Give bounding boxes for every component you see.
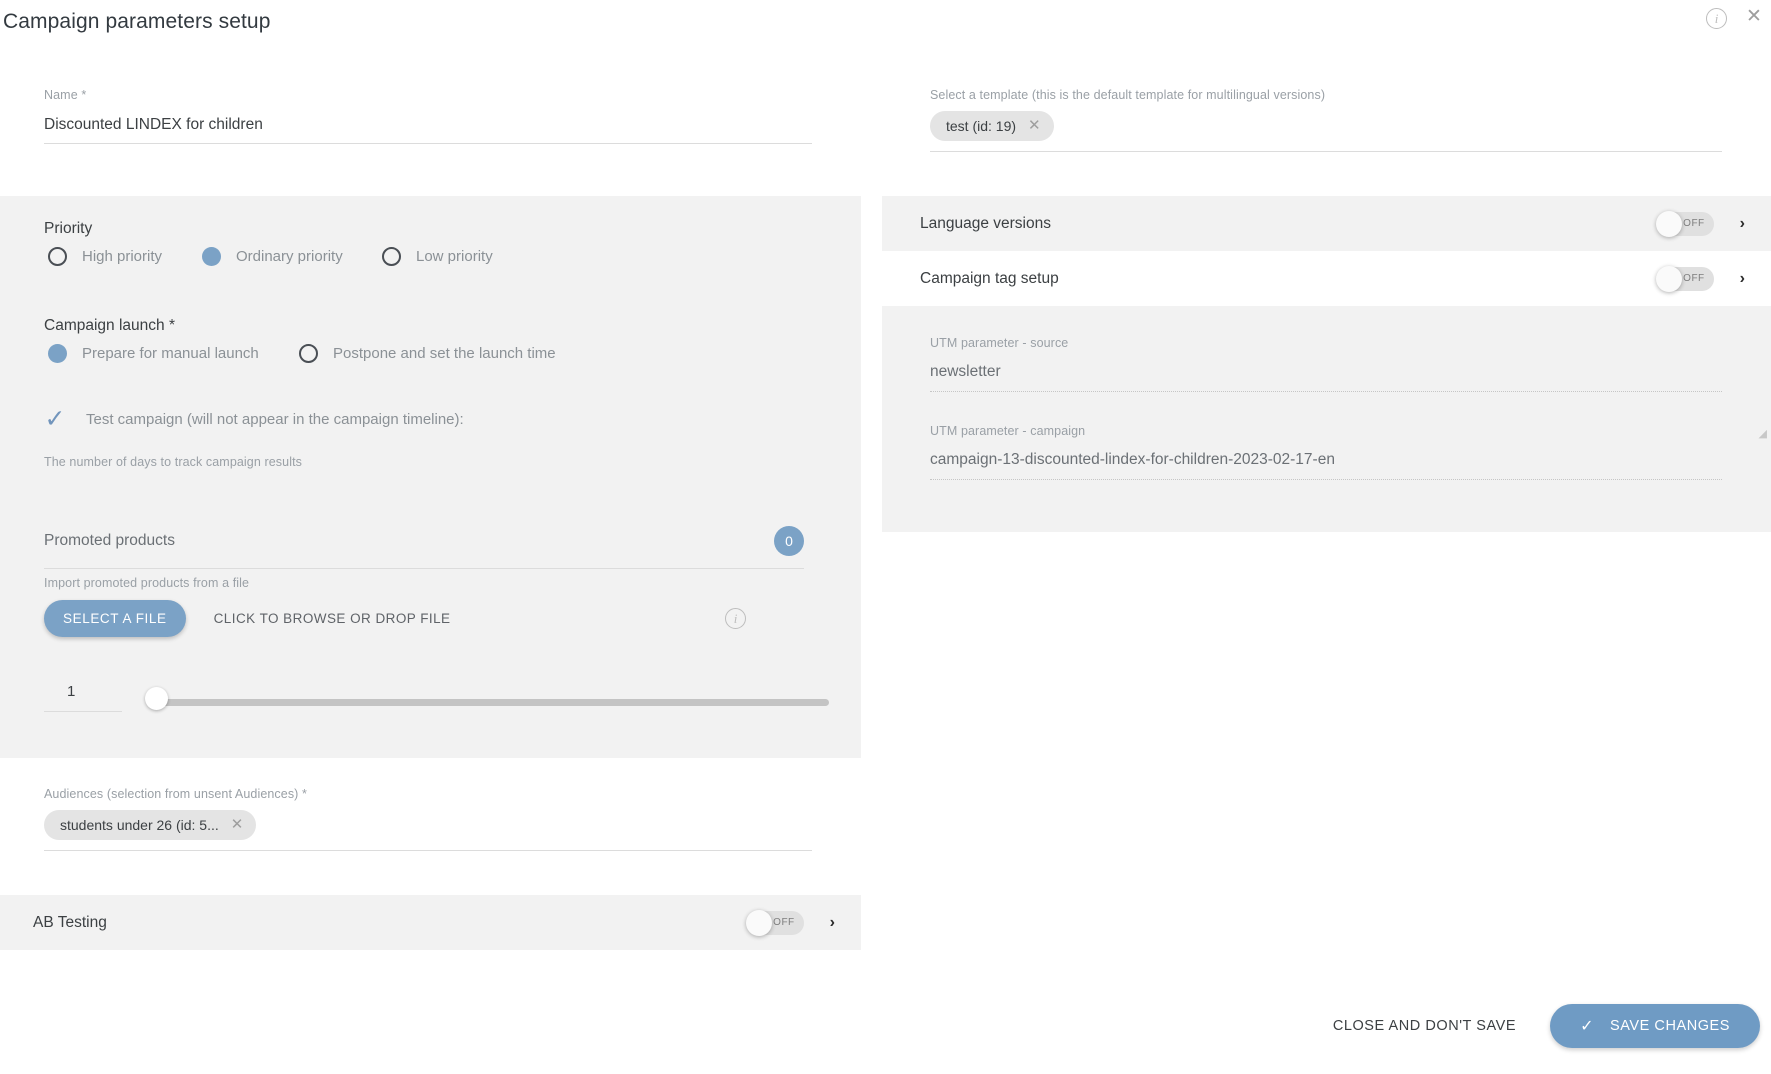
radio-circle-icon — [299, 344, 318, 363]
chevron-right-icon[interactable]: › — [1740, 270, 1745, 288]
audiences-label: Audiences (selection from unsent Audienc… — [44, 787, 812, 801]
name-label: Name * — [44, 88, 812, 102]
chip-remove-icon[interactable]: ✕ — [1028, 120, 1041, 132]
template-field-group: Select a template (this is the default t… — [930, 88, 1722, 152]
import-info-circle-icon[interactable]: i — [725, 608, 746, 629]
check-icon: ✓ — [1580, 1016, 1594, 1036]
check-icon: ✓ — [44, 408, 66, 430]
language-versions-title: Language versions — [920, 215, 1051, 233]
dialog-footer: CLOSE AND DON'T SAVE ✓ SAVE CHANGES — [1333, 1004, 1760, 1048]
radio-label: Postpone and set the launch time — [333, 345, 556, 362]
promoted-products-count-badge: 0 — [774, 526, 804, 556]
template-select[interactable]: test (id: 19) ✕ — [930, 102, 1722, 152]
campaign-tag-setup-toggle[interactable]: OFF — [1658, 267, 1714, 291]
info-circle-icon[interactable]: i — [1706, 8, 1727, 29]
utm-campaign-input[interactable]: campaign-13-discounted-lindex-for-childr… — [930, 438, 1722, 480]
template-chip-label: test (id: 19) — [946, 118, 1016, 134]
radio-label: Prepare for manual launch — [82, 345, 259, 362]
radio-selected-icon — [202, 247, 221, 266]
priority-heading: Priority — [44, 220, 92, 238]
audiences-field-group: Audiences (selection from unsent Audienc… — [44, 787, 812, 851]
utm-campaign-label: UTM parameter - campaign — [930, 424, 1722, 438]
campaign-settings-panel: Priority High priority Ordinary priority… — [0, 196, 861, 758]
audience-chip[interactable]: students under 26 (id: 5... ✕ — [44, 810, 256, 840]
radio-high-priority[interactable]: High priority — [48, 247, 202, 266]
radio-circle-icon — [382, 247, 401, 266]
radio-label: High priority — [82, 248, 162, 265]
toggle-state-label: OFF — [1683, 273, 1705, 284]
language-versions-toggle[interactable]: OFF — [1658, 212, 1714, 236]
days-slider-value: 1 — [67, 683, 75, 700]
utm-parameters-panel: UTM parameter - source newsletter UTM pa… — [882, 306, 1771, 532]
radio-label: Low priority — [416, 248, 493, 265]
radio-label: Ordinary priority — [236, 248, 343, 265]
test-campaign-checkbox[interactable]: ✓ Test campaign (will not appear in the … — [44, 408, 464, 430]
ab-testing-toggle[interactable]: OFF — [748, 911, 804, 935]
days-slider-label: The number of days to track campaign res… — [44, 455, 302, 469]
radio-prepare-manual-launch[interactable]: Prepare for manual launch — [48, 344, 299, 363]
chevron-right-icon[interactable]: › — [830, 914, 835, 932]
ab-testing-title: AB Testing — [33, 914, 107, 932]
slider-track[interactable] — [154, 699, 829, 706]
select-a-file-button[interactable]: SELECT A FILE — [44, 600, 186, 637]
close-and-dont-save-button[interactable]: CLOSE AND DON'T SAVE — [1333, 1018, 1516, 1034]
campaign-launch-heading: Campaign launch * — [44, 317, 175, 335]
promoted-products-label: Promoted products — [44, 532, 175, 550]
toggle-state-label: OFF — [1683, 218, 1705, 229]
test-campaign-label: Test campaign (will not appear in the ca… — [86, 411, 464, 428]
page-title: Campaign parameters setup — [3, 10, 270, 34]
header-icons: i ✕ — [1706, 8, 1763, 29]
utm-source-input[interactable]: newsletter — [930, 350, 1722, 392]
days-slider[interactable]: 1 — [44, 683, 804, 719]
utm-campaign-field-group: UTM parameter - campaign campaign-13-dis… — [930, 424, 1722, 480]
utm-source-field-group: UTM parameter - source newsletter — [930, 336, 1722, 392]
radio-low-priority[interactable]: Low priority — [382, 247, 493, 266]
toggle-knob — [1656, 266, 1682, 292]
promoted-products-row[interactable]: Promoted products 0 — [44, 526, 804, 569]
save-changes-button[interactable]: ✓ SAVE CHANGES — [1550, 1004, 1760, 1048]
radio-postpone-launch[interactable]: Postpone and set the launch time — [299, 344, 556, 363]
close-icon[interactable]: ✕ — [1745, 8, 1763, 26]
template-chip[interactable]: test (id: 19) ✕ — [930, 111, 1054, 141]
chevron-right-icon[interactable]: › — [1740, 215, 1745, 233]
ab-testing-section[interactable]: AB Testing OFF › — [0, 895, 861, 950]
drop-file-hint: CLICK TO BROWSE OR DROP FILE — [214, 611, 451, 626]
campaign-tag-setup-section[interactable]: Campaign tag setup OFF › — [882, 251, 1771, 306]
toggle-knob — [746, 910, 772, 936]
campaign-parameters-dialog: Campaign parameters setup i ✕ Name * Dis… — [0, 0, 1771, 1074]
toggle-knob — [1656, 211, 1682, 237]
radio-ordinary-priority[interactable]: Ordinary priority — [202, 247, 382, 266]
days-value-underline — [44, 711, 122, 712]
chip-remove-icon[interactable]: ✕ — [231, 819, 244, 831]
name-field-group: Name * Discounted LINDEX for children — [44, 88, 812, 144]
campaign-tag-setup-title: Campaign tag setup — [920, 270, 1059, 288]
template-label: Select a template (this is the default t… — [930, 88, 1722, 102]
audiences-input[interactable]: students under 26 (id: 5... ✕ — [44, 801, 812, 851]
radio-selected-icon — [48, 344, 67, 363]
audience-chip-label: students under 26 (id: 5... — [60, 817, 219, 833]
resize-grip-icon[interactable]: ◢ — [1759, 427, 1767, 440]
import-file-label: Import promoted products from a file — [44, 576, 249, 590]
name-input[interactable]: Discounted LINDEX for children — [44, 102, 812, 144]
save-changes-label: SAVE CHANGES — [1610, 1018, 1730, 1034]
toggle-state-label: OFF — [773, 917, 795, 928]
radio-circle-icon — [48, 247, 67, 266]
utm-source-label: UTM parameter - source — [930, 336, 1722, 350]
language-versions-section[interactable]: Language versions OFF › — [882, 196, 1771, 251]
slider-thumb[interactable] — [145, 687, 168, 710]
